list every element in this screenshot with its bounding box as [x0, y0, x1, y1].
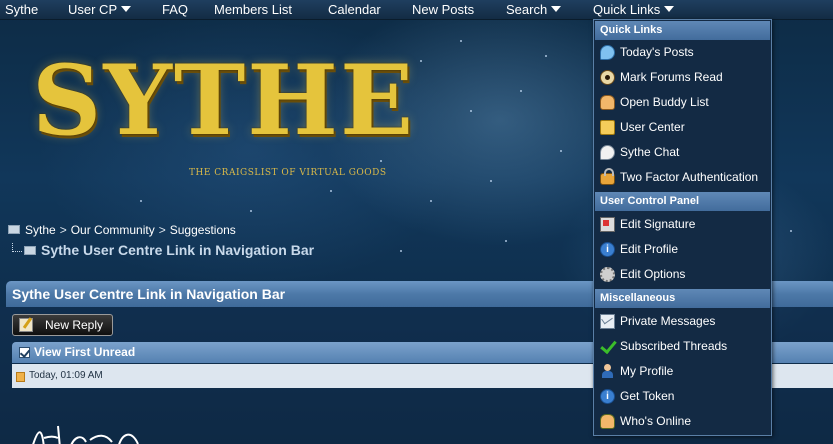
breadcrumb-separator: > — [158, 223, 166, 237]
post-status-icon — [16, 372, 25, 382]
quick-links-dropdown: Quick Links Today's Posts Mark Forums Re… — [593, 19, 772, 436]
breadcrumb-suggestions[interactable]: Suggestions — [170, 223, 236, 237]
menu-item-label: Open Buddy List — [620, 95, 709, 109]
handwritten-signature-image — [32, 425, 139, 444]
new-reply-label: New Reply — [45, 318, 104, 332]
menu-item-label: Subscribed Threads — [620, 339, 728, 353]
view-first-unread-link[interactable]: View First Unread — [34, 345, 135, 359]
signature-icon — [600, 217, 615, 232]
breadcrumb-separator: > — [59, 223, 67, 237]
logo-wordmark: SYTHE — [32, 44, 416, 157]
menu-item-edit-options[interactable]: Edit Options — [595, 262, 770, 287]
menu-item-open-buddy-list[interactable]: Open Buddy List — [595, 90, 770, 115]
nav-user-cp[interactable]: User CP — [68, 2, 132, 18]
speech-bubble-icon — [600, 45, 615, 60]
logo-tagline: THE CRAIGSLIST OF VIRTUAL GOODS — [189, 168, 387, 178]
gear-icon — [600, 267, 615, 282]
menu-item-label: User Center — [620, 120, 685, 134]
section-header-miscellaneous: Miscellaneous — [595, 289, 770, 308]
menu-item-label: Get Token — [620, 389, 675, 403]
menu-item-label: Edit Signature — [620, 217, 696, 231]
nav-new-posts[interactable]: New Posts — [412, 2, 474, 18]
menu-item-user-center[interactable]: User Center — [595, 115, 770, 140]
breadcrumb-current: Sythe User Centre Link in Navigation Bar — [41, 242, 315, 258]
info-icon: i — [600, 389, 615, 404]
lock-icon — [600, 168, 615, 185]
post-date: Today, 01:09 AM — [29, 370, 103, 381]
breadcrumb-sythe[interactable]: Sythe — [25, 223, 56, 237]
menu-item-private-messages[interactable]: Private Messages — [595, 309, 770, 334]
menu-item-whos-online[interactable]: Who's Online — [595, 409, 770, 434]
chevron-down-icon — [664, 6, 675, 12]
menu-item-label: Sythe Chat — [620, 145, 680, 159]
menu-item-get-token[interactable]: i Get Token — [595, 384, 770, 409]
checkmark-icon — [600, 339, 615, 354]
buddy-list-icon — [600, 95, 615, 110]
menu-item-todays-posts[interactable]: Today's Posts — [595, 40, 770, 65]
top-navbar: Sythe User CP FAQ Members List Calendar … — [0, 0, 833, 20]
nav-quick-links[interactable]: Quick Links — [593, 2, 675, 18]
breadcrumb-current-line: Sythe User Centre Link in Navigation Bar — [12, 240, 314, 259]
menu-item-label: Who's Online — [620, 414, 691, 428]
nav-calendar[interactable]: Calendar — [328, 2, 381, 18]
site-logo[interactable]: SYTHE THE CRAIGSLIST OF VIRTUAL GOODS — [14, 30, 413, 190]
chevron-down-icon — [121, 6, 132, 12]
nav-faq[interactable]: FAQ — [162, 2, 188, 18]
menu-item-mark-forums-read[interactable]: Mark Forums Read — [595, 65, 770, 90]
tree-connector — [12, 243, 22, 252]
menu-item-edit-profile[interactable]: i Edit Profile — [595, 237, 770, 262]
menu-item-sythe-chat[interactable]: Sythe Chat — [595, 140, 770, 165]
pencil-note-icon — [19, 318, 33, 332]
folder-icon — [600, 120, 615, 135]
menu-item-label: Private Messages — [620, 314, 716, 328]
menu-item-label: Edit Profile — [620, 242, 679, 256]
menu-item-edit-signature[interactable]: Edit Signature — [595, 212, 770, 237]
person-icon — [600, 364, 615, 379]
thread-title: Sythe User Centre Link in Navigation Bar — [12, 286, 286, 302]
mail-icon — [600, 314, 615, 329]
menu-item-two-factor-authentication[interactable]: Two Factor Authentication — [595, 165, 770, 190]
nav-sythe[interactable]: Sythe — [5, 2, 38, 18]
chevron-down-icon — [551, 6, 562, 12]
breadcrumb: Sythe > Our Community > Suggestions — [8, 223, 236, 237]
section-header-quick-links: Quick Links — [595, 21, 770, 40]
new-reply-button[interactable]: New Reply — [12, 314, 113, 336]
menu-item-label: Edit Options — [620, 267, 686, 281]
folder-icon — [24, 246, 36, 255]
info-icon: i — [600, 242, 615, 257]
menu-item-my-profile[interactable]: My Profile — [595, 359, 770, 384]
nav-members-list[interactable]: Members List — [214, 2, 292, 18]
eye-icon — [600, 70, 615, 85]
menu-item-label: Two Factor Authentication — [620, 170, 759, 184]
chat-icon — [600, 145, 615, 160]
menu-item-label: My Profile — [620, 364, 674, 378]
checkbox-icon — [19, 347, 30, 358]
group-icon — [600, 414, 615, 429]
home-folder-icon — [8, 225, 20, 234]
menu-item-label: Today's Posts — [620, 45, 694, 59]
menu-item-subscribed-threads[interactable]: Subscribed Threads — [595, 334, 770, 359]
breadcrumb-our-community[interactable]: Our Community — [71, 223, 155, 237]
menu-item-label: Mark Forums Read — [620, 70, 723, 84]
nav-search[interactable]: Search — [506, 2, 562, 18]
section-header-user-control-panel: User Control Panel — [595, 192, 770, 211]
